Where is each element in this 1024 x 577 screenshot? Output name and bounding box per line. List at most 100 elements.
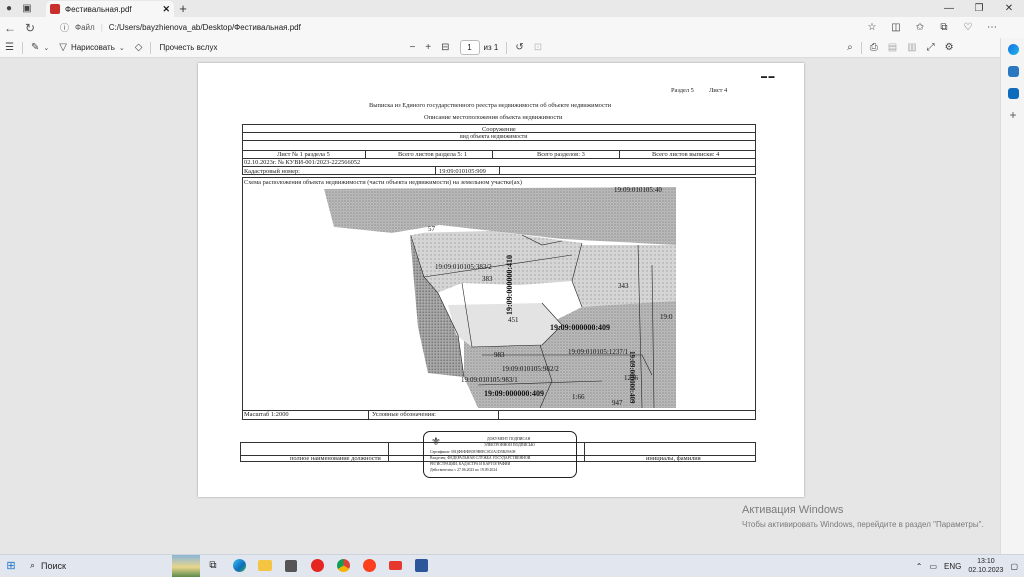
split-screen-icon[interactable]: ◫ bbox=[886, 19, 906, 36]
read-aloud-button[interactable]: Прочесть вслух bbox=[154, 39, 222, 57]
save-button[interactable]: ▤ bbox=[883, 39, 902, 57]
cadastral-label: Кадастровый номер: bbox=[244, 168, 300, 175]
cadastral-number: 19:09:010105:909 bbox=[439, 168, 486, 175]
position-caption: полное наименование должности bbox=[290, 455, 381, 462]
eraser-button[interactable]: ◇ bbox=[130, 39, 148, 57]
zoom-out-button[interactable]: − bbox=[404, 39, 420, 57]
word-taskbar-button[interactable] bbox=[408, 555, 434, 577]
document-number: 02.10.2023г. № КУВИ-001/2023-222566052 bbox=[244, 159, 361, 166]
taskbar-search[interactable]: ⌕ Поиск bbox=[22, 555, 172, 577]
sheet-label: Лист 4 bbox=[709, 87, 728, 94]
fullscreen-button[interactable]: ⤢ bbox=[922, 39, 940, 57]
close-window-button[interactable]: ✕ bbox=[994, 0, 1024, 17]
network-icon[interactable]: ▭ bbox=[929, 562, 937, 571]
map-label: 19:09:010105:982/2 bbox=[502, 365, 559, 373]
cadastral-map-graphic bbox=[324, 187, 676, 408]
map-label: 1236 bbox=[624, 374, 638, 382]
cadastral-map: 19:09:010105:40 19:09:010105:383/2 383 3… bbox=[242, 185, 754, 408]
yandex-taskbar-button[interactable] bbox=[304, 555, 330, 577]
sidebar-outlook[interactable] bbox=[1001, 82, 1024, 104]
search-highlight-image bbox=[172, 554, 200, 577]
fit-icon: ⊟ bbox=[441, 42, 450, 53]
chrome-taskbar-button[interactable] bbox=[330, 555, 356, 577]
section-label: Раздел 5 bbox=[671, 87, 694, 94]
expand-icon: ⤢ bbox=[926, 42, 935, 53]
zoom-in-button[interactable]: + bbox=[420, 39, 436, 57]
clock[interactable]: 13:10 02.10.2023 bbox=[968, 557, 1003, 575]
favorites-icon[interactable]: ✩ bbox=[910, 19, 930, 36]
minimize-button[interactable]: — bbox=[934, 0, 964, 17]
map-label: 19:09:000000:409 bbox=[550, 323, 610, 332]
document-title: Выписка из Единого государственного реес… bbox=[369, 102, 612, 109]
edge-taskbar-button[interactable] bbox=[226, 555, 252, 577]
watermark-line1: Активация Windows bbox=[742, 504, 844, 516]
restore-button[interactable]: ❐ bbox=[964, 0, 994, 17]
e-signature-stamp: ⚜ ДОКУМЕНТ ПОДПИСАН ЭЛЕКТРОННОЙ ПОДПИСЬЮ… bbox=[423, 431, 577, 478]
favorite-star-icon[interactable]: ☆ bbox=[862, 19, 882, 36]
new-tab-button[interactable]: + bbox=[176, 0, 190, 17]
browser-essentials-icon[interactable]: ♡ bbox=[958, 19, 978, 36]
store-taskbar-button[interactable] bbox=[278, 555, 304, 577]
save-icon: ▤ bbox=[887, 42, 898, 53]
taskbar: ⊞ ⌕ Поиск ⧉ ⌃ ▭ ENG 13:10 02.10.2023 ▢ bbox=[0, 554, 1024, 577]
explorer-taskbar-button[interactable] bbox=[252, 555, 278, 577]
watermark-line2: Чтобы активировать Windows, перейдите в … bbox=[742, 520, 984, 529]
print-button[interactable]: ⎙ bbox=[865, 39, 883, 57]
rotate-icon: ↺ bbox=[515, 42, 524, 53]
app-icon bbox=[388, 561, 402, 570]
start-button[interactable]: ⊞ bbox=[0, 559, 22, 572]
plus-icon: + bbox=[1009, 108, 1017, 122]
notifications-icon[interactable]: ▢ bbox=[1010, 562, 1018, 571]
refresh-button[interactable]: ↻ bbox=[20, 21, 40, 35]
profile-icon[interactable]: ● bbox=[0, 0, 18, 17]
language-indicator[interactable]: ENG bbox=[944, 562, 961, 571]
map-label: 19:09:000000:410 bbox=[505, 255, 514, 315]
draw-button[interactable]: ▽ Нарисовать ⌄ bbox=[54, 39, 130, 57]
workspaces-icon[interactable]: ▣ bbox=[18, 0, 36, 17]
edge-sidebar: + bbox=[1000, 38, 1024, 554]
task-view-button[interactable]: ⧉ bbox=[200, 555, 226, 577]
yandex-browser-icon bbox=[362, 559, 376, 572]
more-menu-icon[interactable]: ⋯ bbox=[982, 19, 1002, 36]
contents-button[interactable]: ☰ bbox=[0, 39, 19, 57]
windows-logo-icon: ⊞ bbox=[6, 560, 16, 572]
url-field[interactable]: ⓘ Файл | C:/Users/bayzhienova_ab/Desktop… bbox=[60, 20, 880, 35]
page-number-input[interactable]: 1 bbox=[459, 40, 480, 55]
object-type-caption: вид объекта недвижимости bbox=[460, 134, 528, 140]
minus-icon: − bbox=[409, 42, 416, 53]
read-aloud-label: Прочесть вслух bbox=[159, 43, 218, 52]
pdf-settings-button[interactable]: ⚙ bbox=[940, 39, 959, 57]
chevron-up-icon[interactable]: ⌃ bbox=[916, 562, 923, 571]
initials-caption: инициалы, фамилия bbox=[646, 455, 701, 462]
fit-page-button[interactable]: ⊟ bbox=[436, 39, 454, 57]
scale-label: Масштаб 1:2000 bbox=[244, 411, 289, 418]
sheets-total: Всего листов выписки: 4 bbox=[652, 151, 720, 158]
chevron-down-icon: ⌄ bbox=[118, 44, 125, 52]
sidebar-app-1[interactable] bbox=[1001, 60, 1024, 82]
map-label: 19:0 bbox=[660, 313, 673, 321]
edge-icon bbox=[232, 559, 246, 572]
print-icon: ⎙ bbox=[869, 42, 878, 53]
map-label: 383 bbox=[482, 275, 493, 283]
save-as-button[interactable]: ▥ bbox=[902, 39, 921, 57]
rotate-button[interactable]: ↺ bbox=[510, 39, 528, 57]
tab-pdf[interactable]: Фестивальная.pdf ✕ bbox=[46, 1, 174, 17]
map-label: 19:09:010105:983/1 bbox=[461, 376, 518, 384]
highlight-button[interactable]: ✎ ⌄ bbox=[26, 39, 54, 57]
yandex-browser-taskbar-button[interactable] bbox=[356, 555, 382, 577]
map-label: 19:09:010105:1237/1 bbox=[568, 348, 629, 356]
highlighter-icon: ✎ bbox=[30, 42, 40, 53]
pen-icon: ▽ bbox=[59, 42, 67, 53]
back-button[interactable]: ← bbox=[0, 21, 20, 35]
sidebar-add[interactable]: + bbox=[1001, 104, 1024, 126]
page-view-button[interactable]: ⊡ bbox=[529, 39, 547, 57]
search-icon: ⌕ bbox=[30, 560, 36, 570]
pdf-viewer[interactable]: ▬ ▬ Раздел 5 Лист 4 Выписка из Единого г… bbox=[0, 58, 1000, 554]
title-bar: ● ▣ Фестивальная.pdf ✕ + — ❐ ✕ bbox=[0, 0, 1024, 17]
search-button[interactable]: ⌕ bbox=[842, 39, 858, 57]
app-taskbar-button[interactable] bbox=[382, 555, 408, 577]
list-icon: ☰ bbox=[5, 42, 14, 53]
collections-icon[interactable]: ⧉ bbox=[934, 19, 954, 36]
close-tab-icon[interactable]: ✕ bbox=[162, 4, 170, 15]
copilot-button[interactable] bbox=[1001, 38, 1024, 60]
